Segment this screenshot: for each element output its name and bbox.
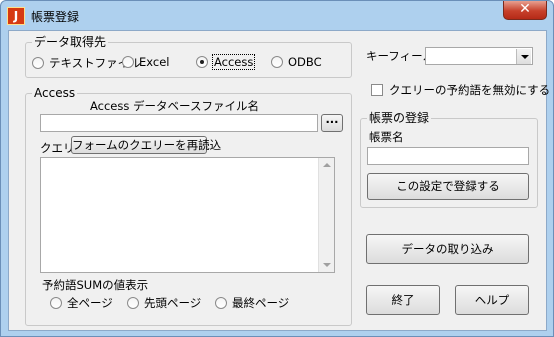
disable-reserved-checkbox[interactable]: クエリーの予約語を無効にする — [371, 82, 550, 98]
dialog-body: データ取得先 テキストファイル Excel Access ODBC Access… — [8, 30, 550, 331]
db-file-input[interactable] — [40, 114, 318, 132]
help-button[interactable]: ヘルプ — [455, 285, 529, 315]
radio-indicator — [32, 57, 44, 69]
browse-label: ··· — [325, 115, 339, 129]
sum-radio-first-page[interactable]: 先頭ページ — [127, 295, 201, 311]
help-label: ヘルプ — [474, 293, 510, 307]
radio-label: 最終ページ — [232, 296, 290, 310]
radio-label: Excel — [139, 55, 170, 69]
key-field-combo[interactable] — [425, 47, 533, 65]
form-name-input[interactable] — [367, 147, 529, 165]
radio-label: 全ページ — [67, 296, 113, 310]
radio-label: Access — [211, 54, 256, 70]
radio-indicator — [196, 56, 208, 68]
source-radio-odbc[interactable]: ODBC — [271, 55, 322, 69]
close-button[interactable]: ✕ — [503, 1, 547, 20]
form-name-label: 帳票名 — [369, 130, 404, 144]
radio-indicator — [50, 297, 62, 309]
register-group: 帳票の登録 帳票名 この設定で登録する — [360, 111, 538, 208]
scroll-down-icon[interactable] — [319, 258, 334, 272]
window-title: 帳票登録 — [31, 10, 80, 24]
query-scrollbar[interactable] — [318, 158, 334, 272]
reserved-sum-label: 予約語SUMの値表示 — [42, 278, 149, 292]
register-button-label: この設定で登録する — [396, 179, 500, 193]
access-group-label: Access — [32, 86, 78, 100]
import-data-button[interactable]: データの取り込み — [366, 234, 529, 264]
import-data-label: データの取り込み — [401, 242, 494, 256]
radio-label: ODBC — [288, 55, 322, 69]
radio-indicator — [127, 297, 139, 309]
reload-query-button[interactable]: フォームのクエリーを再読込 — [71, 136, 221, 154]
access-group: Access Access データベースファイル名 ··· クエリー フォームの… — [25, 86, 352, 326]
browse-button[interactable]: ··· — [321, 114, 343, 132]
exit-button[interactable]: 終了 — [366, 285, 440, 315]
source-radio-excel[interactable]: Excel — [122, 55, 169, 69]
window: J 帳票登録 ✕ データ取得先 テキストファイル Excel Access OD… — [0, 0, 554, 337]
exit-label: 終了 — [391, 293, 415, 307]
query-textarea[interactable] — [40, 157, 335, 273]
checkbox-indicator — [371, 84, 383, 96]
source-radio-access[interactable]: Access — [196, 54, 256, 70]
chevron-down-icon[interactable] — [516, 49, 531, 64]
register-button[interactable]: この設定で登録する — [367, 173, 529, 200]
radio-label: 先頭ページ — [144, 296, 202, 310]
radio-indicator — [271, 56, 283, 68]
checkbox-label: クエリーの予約語を無効にする — [389, 83, 551, 97]
source-group: データ取得先 テキストファイル Excel Access ODBC — [25, 35, 352, 78]
register-group-label: 帳票の登録 — [367, 111, 432, 125]
app-j-icon: J — [7, 7, 25, 25]
radio-indicator — [215, 297, 227, 309]
reload-query-label: フォームのクエリーを再読込 — [72, 138, 222, 152]
scroll-up-icon[interactable] — [319, 158, 334, 172]
radio-indicator — [122, 56, 134, 68]
db-file-label: Access データベースファイル名 — [90, 99, 259, 113]
sum-radio-all-pages[interactable]: 全ページ — [50, 295, 113, 311]
title-bar[interactable]: J 帳票登録 ✕ — [1, 1, 553, 31]
source-group-label: データ取得先 — [32, 35, 109, 49]
close-icon: ✕ — [519, 1, 531, 17]
sum-radio-last-page[interactable]: 最終ページ — [215, 295, 289, 311]
